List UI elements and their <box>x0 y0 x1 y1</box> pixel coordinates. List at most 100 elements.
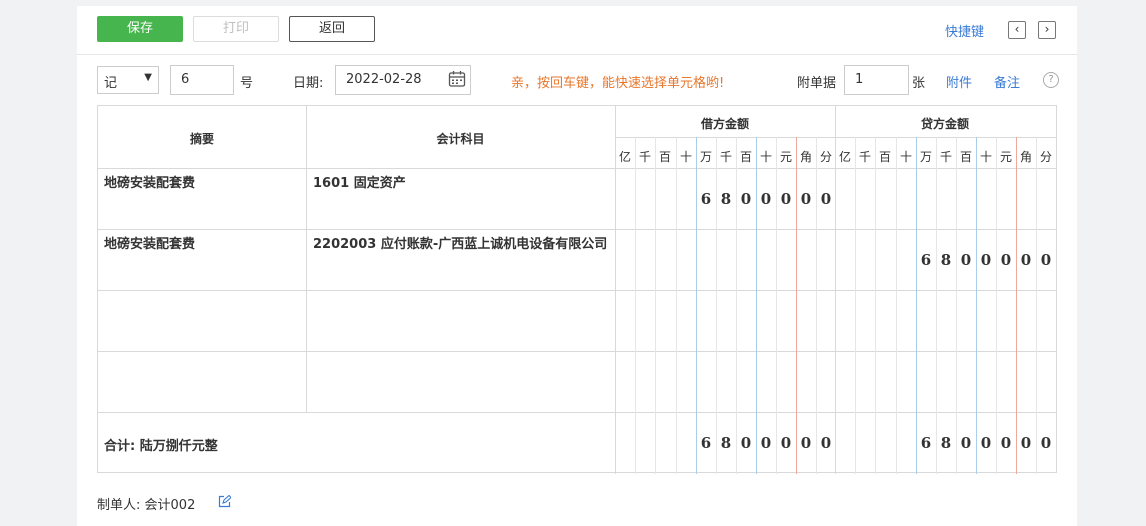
credit-unit-label: 十 <box>979 150 992 164</box>
maker-name: 会计002 <box>144 498 196 513</box>
digit-column-line <box>956 137 957 474</box>
calendar-icon[interactable] <box>448 70 466 88</box>
attachment-count-input[interactable]: 1 <box>844 65 909 95</box>
maker-label: 制单人: 会计002 <box>97 494 195 513</box>
next-voucher-button[interactable]: › <box>1038 21 1056 39</box>
shortcut-link[interactable]: 快捷键 <box>945 21 984 40</box>
attachment-link[interactable]: 附件 <box>946 72 972 91</box>
credit-unit-label: 百 <box>959 150 972 164</box>
credit-digit: 6 <box>920 251 932 269</box>
total-label: 合计: 陆万捌仟元整 <box>104 439 218 454</box>
debit-unit-label: 亿 <box>618 150 631 164</box>
total-debit-digit: 0 <box>760 434 772 452</box>
debit-digit: 0 <box>780 190 792 208</box>
digit-column-line <box>875 137 876 474</box>
save-button[interactable]: 保存 <box>97 16 183 42</box>
maker-label-text: 制单人: <box>97 498 141 513</box>
debit-digit: 0 <box>760 190 772 208</box>
row-divider <box>98 229 1056 230</box>
summary-cell[interactable]: 地磅安装配套费 <box>104 172 304 227</box>
account-header: 会计科目 <box>436 132 485 146</box>
debit-unit-label: 十 <box>759 150 772 164</box>
debit-unit-label: 分 <box>819 150 832 164</box>
date-input[interactable]: 2022-02-28 <box>335 65 471 95</box>
credit-unit-label: 十 <box>899 150 912 164</box>
total-debit-digit: 8 <box>720 434 732 452</box>
voucher-page: 保存 打印 返回 快捷键 ‹ › 记 ▼ 6 号 日期: 2022-02-28 … <box>77 6 1077 526</box>
account-cell[interactable]: 2202003 应付账款-广西蓝上诚机电设备有限公司 <box>313 233 613 288</box>
digit-column-line <box>676 137 677 474</box>
column-divider <box>615 412 616 474</box>
debit-unit-label: 百 <box>739 150 752 164</box>
debit-unit-label: 万 <box>699 150 712 164</box>
total-debit-digit: 6 <box>700 434 712 452</box>
digit-column-line <box>1016 137 1017 474</box>
digit-column-line <box>896 137 897 474</box>
debit-header: 借方金额 <box>700 117 749 131</box>
credit-unit-label: 分 <box>1039 150 1052 164</box>
credit-unit-label: 千 <box>858 150 871 164</box>
summary-cell[interactable]: 地磅安装配套费 <box>104 233 304 288</box>
total-credit-digit: 6 <box>920 434 932 452</box>
digit-column-line <box>976 137 977 474</box>
summary-cell[interactable] <box>104 294 304 349</box>
voucher-type-value: 记 <box>104 76 118 91</box>
voucher-table: 摘要 会计科目 借方金额 贷方金额 亿亿千千百百十十万万千千百百十十元元角角分分… <box>97 105 1057 474</box>
debit-unit-label: 元 <box>779 150 792 164</box>
row-divider <box>98 290 1056 291</box>
credit-digit: 0 <box>960 251 972 269</box>
total-credit-digit: 0 <box>980 434 992 452</box>
digit-column-line <box>796 137 797 474</box>
hint-text: 亲，按回车键，能快速选择单元格哟! <box>511 76 725 91</box>
number-suffix: 号 <box>240 76 254 91</box>
digit-column-line <box>655 137 656 474</box>
digit-column-line <box>996 137 997 474</box>
voucher-number-input[interactable]: 6 <box>170 65 234 95</box>
help-icon[interactable]: ? <box>1043 72 1059 88</box>
total-debit-digit: 0 <box>780 434 792 452</box>
edit-icon[interactable] <box>218 495 231 508</box>
total-credit-digit: 0 <box>1020 434 1032 452</box>
remark-link[interactable]: 备注 <box>994 72 1020 91</box>
credit-unit-label: 角 <box>1019 150 1032 164</box>
credit-digit: 8 <box>940 251 952 269</box>
row-divider <box>98 412 1056 413</box>
debit-digit: 0 <box>820 190 832 208</box>
digit-column-line <box>696 137 697 474</box>
summary-header: 摘要 <box>189 132 214 146</box>
digit-column-line <box>816 137 817 474</box>
total-debit-digit: 0 <box>740 434 752 452</box>
credit-digit: 0 <box>1000 251 1012 269</box>
voucher-header: 记 ▼ 6 号 日期: 2022-02-28 亲，按回车键，能快速选择单元格哟!… <box>77 54 1077 104</box>
date-value: 2022-02-28 <box>346 72 422 87</box>
date-label: 日期: <box>293 76 324 91</box>
attachment-unit: 张 <box>912 76 926 91</box>
prev-voucher-button[interactable]: ‹ <box>1008 21 1026 39</box>
total-credit-digit: 0 <box>1000 434 1012 452</box>
total-debit-digit: 0 <box>820 434 832 452</box>
credit-unit-label: 元 <box>999 150 1012 164</box>
summary-cell[interactable] <box>104 355 304 410</box>
account-cell[interactable] <box>313 355 613 410</box>
row-divider <box>98 351 1056 352</box>
print-button[interactable]: 打印 <box>193 16 279 42</box>
toolbar: 保存 打印 返回 快捷键 ‹ › <box>77 6 1077 55</box>
digit-column-line <box>1036 137 1037 474</box>
total-credit-digit: 0 <box>1040 434 1052 452</box>
total-debit-digit: 0 <box>800 434 812 452</box>
back-button[interactable]: 返回 <box>289 16 375 42</box>
row-divider <box>98 168 1056 169</box>
voucher-type-select[interactable]: 记 ▼ <box>97 66 159 94</box>
debit-unit-label: 角 <box>799 150 812 164</box>
digit-column-line <box>916 137 917 474</box>
total-credit-digit: 8 <box>940 434 952 452</box>
debit-unit-label: 百 <box>658 150 671 164</box>
debit-digit: 8 <box>720 190 732 208</box>
debit-digit: 6 <box>700 190 712 208</box>
debit-unit-label: 千 <box>719 150 732 164</box>
account-cell[interactable]: 1601 固定资产 <box>313 172 613 227</box>
attachment-count-label: 附单据 <box>797 76 837 91</box>
credit-digit: 0 <box>1020 251 1032 269</box>
digit-column-line <box>776 137 777 474</box>
account-cell[interactable] <box>313 294 613 349</box>
